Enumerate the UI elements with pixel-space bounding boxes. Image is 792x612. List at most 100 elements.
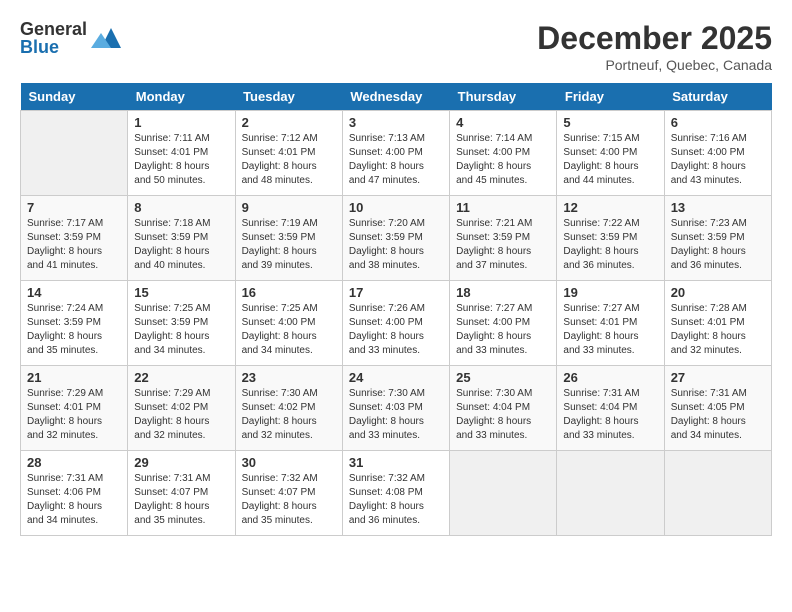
cell-info: Sunrise: 7:17 AM Sunset: 3:59 PM Dayligh… [27,217,121,273]
day-number: 19 [563,285,657,300]
header-monday: Monday [128,83,235,111]
logo-icon [91,23,121,53]
cell-info: Sunrise: 7:13 AM Sunset: 4:00 PM Dayligh… [349,132,443,188]
calendar-cell: 25Sunrise: 7:30 AM Sunset: 4:04 PM Dayli… [450,366,557,451]
header-thursday: Thursday [450,83,557,111]
calendar-cell: 5 Sunrise: 7:15 AM Sunset: 4:00 PM Daylig… [557,111,664,196]
logo-text: General Blue [20,20,87,56]
day-number: 15 [134,285,228,300]
calendar-cell: 14 Sunrise: 7:24 AM Sunset: 3:59 PM Dayli… [21,281,128,366]
cell-info: Sunrise: 7:30 AM Sunset: 4:02 PM Dayligh… [242,387,336,443]
day-number: 25 [456,370,550,385]
cell-info: Sunrise: 7:12 AM Sunset: 4:01 PM Dayligh… [242,132,336,188]
calendar-cell: 2 Sunrise: 7:12 AM Sunset: 4:01 PM Daylig… [235,111,342,196]
cell-info: Sunrise: 7:23 AM Sunset: 3:59 PM Dayligh… [671,217,765,273]
day-number: 8 [134,200,228,215]
cell-info: Sunrise: 7:30 AM Sunset: 4:03 PM Dayligh… [349,387,443,443]
day-number: 6 [671,115,765,130]
day-number: 22 [134,370,228,385]
cell-info: Sunrise: 7:31 AM Sunset: 4:06 PM Dayligh… [27,472,121,528]
page-header: General Blue December 2025 Portneuf, Que… [20,20,772,73]
calendar-cell [450,451,557,536]
calendar-cell: 19Sunrise: 7:27 AM Sunset: 4:01 PM Dayli… [557,281,664,366]
calendar-cell: 1 Sunrise: 7:11 AM Sunset: 4:01 PM Daylig… [128,111,235,196]
day-number: 24 [349,370,443,385]
cell-info: Sunrise: 7:15 AM Sunset: 4:00 PM Dayligh… [563,132,657,188]
day-number: 12 [563,200,657,215]
calendar-cell: 10Sunrise: 7:20 AM Sunset: 3:59 PM Dayli… [342,196,449,281]
calendar-cell: 17 Sunrise: 7:26 AM Sunset: 4:00 PM Dayli… [342,281,449,366]
day-number: 31 [349,455,443,470]
cell-info: Sunrise: 7:16 AM Sunset: 4:00 PM Dayligh… [671,132,765,188]
calendar-table: Sunday Monday Tuesday Wednesday Thursday… [20,83,772,536]
cell-info: Sunrise: 7:14 AM Sunset: 4:00 PM Dayligh… [456,132,550,188]
calendar-cell: 3 Sunrise: 7:13 AM Sunset: 4:00 PM Daylig… [342,111,449,196]
day-number: 20 [671,285,765,300]
day-number: 14 [27,285,121,300]
calendar-cell: 8 Sunrise: 7:18 AM Sunset: 3:59 PM Daylig… [128,196,235,281]
calendar-cell: 6 Sunrise: 7:16 AM Sunset: 4:00 PM Daylig… [664,111,771,196]
header-sunday: Sunday [21,83,128,111]
calendar-cell: 4 Sunrise: 7:14 AM Sunset: 4:00 PM Daylig… [450,111,557,196]
logo-blue: Blue [20,38,87,56]
cell-info: Sunrise: 7:31 AM Sunset: 4:07 PM Dayligh… [134,472,228,528]
calendar-week-1: 1 Sunrise: 7:11 AM Sunset: 4:01 PM Daylig… [21,111,772,196]
day-number: 10 [349,200,443,215]
cell-info: Sunrise: 7:31 AM Sunset: 4:04 PM Dayligh… [563,387,657,443]
calendar-cell [664,451,771,536]
day-number: 9 [242,200,336,215]
title-section: December 2025 Portneuf, Quebec, Canada [537,20,772,73]
day-number: 7 [27,200,121,215]
cell-info: Sunrise: 7:21 AM Sunset: 3:59 PM Dayligh… [456,217,550,273]
day-number: 2 [242,115,336,130]
calendar-week-2: 7 Sunrise: 7:17 AM Sunset: 3:59 PM Daylig… [21,196,772,281]
logo-general: General [20,20,87,38]
header-tuesday: Tuesday [235,83,342,111]
day-number: 5 [563,115,657,130]
calendar-cell: 13 Sunrise: 7:23 AM Sunset: 3:59 PM Dayli… [664,196,771,281]
day-number: 4 [456,115,550,130]
day-number: 1 [134,115,228,130]
header-saturday: Saturday [664,83,771,111]
cell-info: Sunrise: 7:29 AM Sunset: 4:01 PM Dayligh… [27,387,121,443]
calendar-cell: 28 Sunrise: 7:31 AM Sunset: 4:06 PM Dayli… [21,451,128,536]
day-number: 16 [242,285,336,300]
cell-info: Sunrise: 7:25 AM Sunset: 3:59 PM Dayligh… [134,302,228,358]
calendar-cell: 16 Sunrise: 7:25 AM Sunset: 4:00 PM Dayli… [235,281,342,366]
day-number: 27 [671,370,765,385]
cell-info: Sunrise: 7:19 AM Sunset: 3:59 PM Dayligh… [242,217,336,273]
day-number: 30 [242,455,336,470]
cell-info: Sunrise: 7:29 AM Sunset: 4:02 PM Dayligh… [134,387,228,443]
calendar-cell: 11 Sunrise: 7:21 AM Sunset: 3:59 PM Dayli… [450,196,557,281]
day-number: 26 [563,370,657,385]
day-number: 13 [671,200,765,215]
calendar-cell: 15 Sunrise: 7:25 AM Sunset: 3:59 PM Dayli… [128,281,235,366]
calendar-week-4: 21Sunrise: 7:29 AM Sunset: 4:01 PM Dayli… [21,366,772,451]
calendar-cell: 23 Sunrise: 7:30 AM Sunset: 4:02 PM Dayli… [235,366,342,451]
cell-info: Sunrise: 7:28 AM Sunset: 4:01 PM Dayligh… [671,302,765,358]
calendar-week-3: 14 Sunrise: 7:24 AM Sunset: 3:59 PM Dayli… [21,281,772,366]
cell-info: Sunrise: 7:32 AM Sunset: 4:08 PM Dayligh… [349,472,443,528]
cell-info: Sunrise: 7:27 AM Sunset: 4:00 PM Dayligh… [456,302,550,358]
cell-info: Sunrise: 7:32 AM Sunset: 4:07 PM Dayligh… [242,472,336,528]
calendar-cell: 27Sunrise: 7:31 AM Sunset: 4:05 PM Dayli… [664,366,771,451]
cell-info: Sunrise: 7:25 AM Sunset: 4:00 PM Dayligh… [242,302,336,358]
calendar-week-5: 28 Sunrise: 7:31 AM Sunset: 4:06 PM Dayli… [21,451,772,536]
day-number: 23 [242,370,336,385]
cell-info: Sunrise: 7:22 AM Sunset: 3:59 PM Dayligh… [563,217,657,273]
calendar-cell: 24 Sunrise: 7:30 AM Sunset: 4:03 PM Dayli… [342,366,449,451]
day-number: 29 [134,455,228,470]
month-title: December 2025 [537,20,772,57]
calendar-cell: 22 Sunrise: 7:29 AM Sunset: 4:02 PM Dayli… [128,366,235,451]
header-row: Sunday Monday Tuesday Wednesday Thursday… [21,83,772,111]
cell-info: Sunrise: 7:24 AM Sunset: 3:59 PM Dayligh… [27,302,121,358]
day-number: 11 [456,200,550,215]
day-number: 28 [27,455,121,470]
cell-info: Sunrise: 7:18 AM Sunset: 3:59 PM Dayligh… [134,217,228,273]
cell-info: Sunrise: 7:26 AM Sunset: 4:00 PM Dayligh… [349,302,443,358]
cell-info: Sunrise: 7:11 AM Sunset: 4:01 PM Dayligh… [134,132,228,188]
calendar-cell [21,111,128,196]
day-number: 3 [349,115,443,130]
day-number: 17 [349,285,443,300]
logo: General Blue [20,20,121,56]
